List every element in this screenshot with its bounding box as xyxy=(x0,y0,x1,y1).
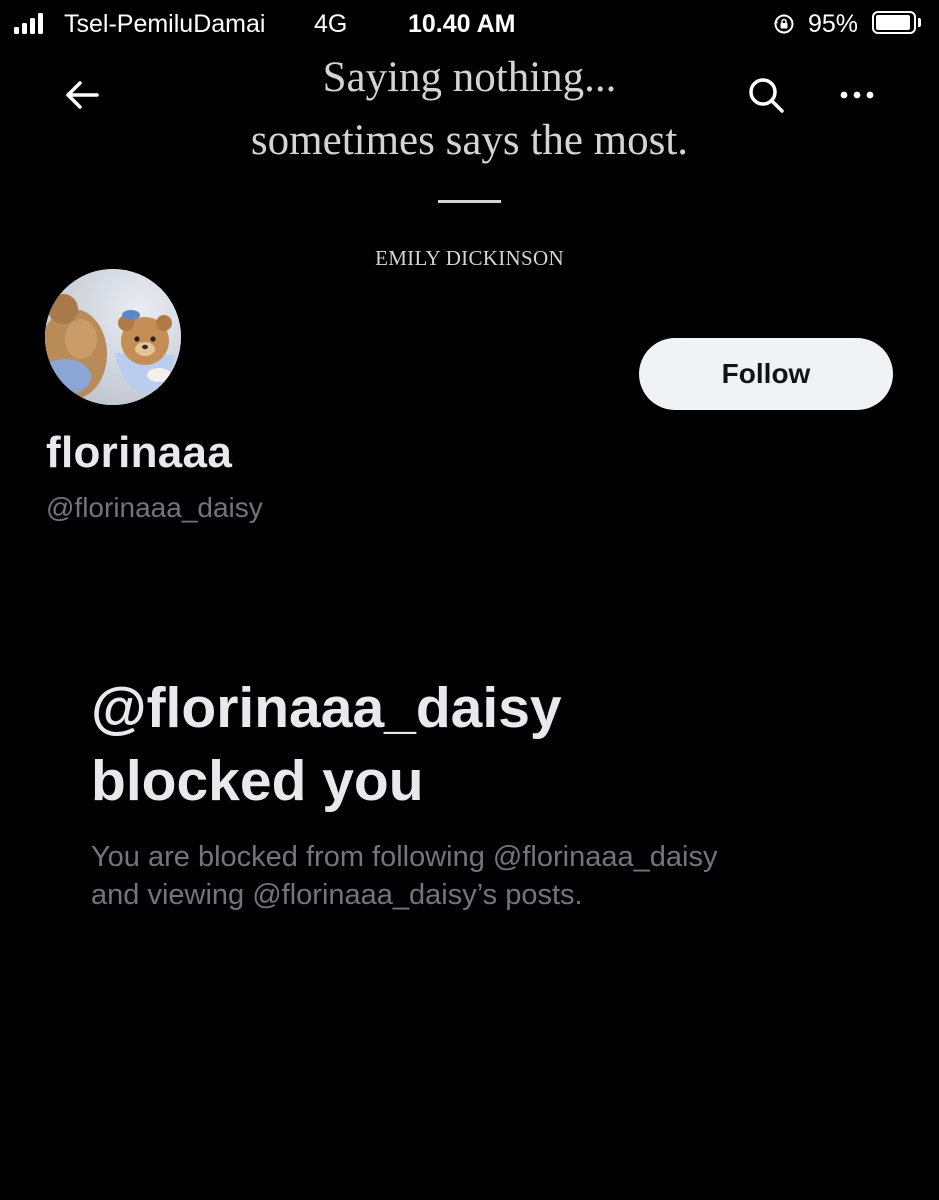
back-button[interactable] xyxy=(52,65,112,125)
network-type: 4G xyxy=(314,10,348,38)
battery-percentage: 95% xyxy=(808,10,859,38)
blocked-title-line-2: blocked you xyxy=(91,749,424,813)
profile-banner[interactable]: Saying nothing... sometimes says the mos… xyxy=(0,48,939,278)
blocked-description-line-1: You are blocked from following @florinaa… xyxy=(91,841,718,873)
avatar[interactable] xyxy=(45,269,181,405)
avatar-teddy-bear-photo xyxy=(45,269,181,405)
status-bar: Tsel-PemiluDamai 4G 10.40 AM 95% xyxy=(0,0,939,48)
back-arrow-icon xyxy=(66,81,99,109)
profile-display-name: florinaaa xyxy=(46,428,233,477)
search-button[interactable] xyxy=(736,65,796,125)
banner-divider xyxy=(438,200,501,203)
more-options-icon xyxy=(840,91,874,99)
profile-handle: @florinaaa_daisy xyxy=(46,492,263,523)
search-icon xyxy=(749,78,784,113)
blocked-title: @florinaaa_daisy blocked you xyxy=(91,672,891,818)
blocked-description: You are blocked from following @florinaa… xyxy=(91,838,871,914)
blocked-description-line-2: and viewing @florinaaa_daisy’s posts. xyxy=(91,879,583,911)
battery-icon xyxy=(872,11,916,34)
battery-level-fill xyxy=(876,15,911,30)
banner-quote-author: EMILY DICKINSON xyxy=(375,246,564,270)
carrier-name: Tsel-PemiluDamai xyxy=(64,10,266,38)
blocked-title-line-1: @florinaaa_daisy xyxy=(91,676,562,740)
more-options-button[interactable] xyxy=(827,65,887,125)
battery-cap xyxy=(918,18,921,27)
follow-button[interactable]: Follow xyxy=(639,338,893,410)
banner-quote-line-2: sometimes says the most. xyxy=(250,117,689,164)
signal-strength-icon xyxy=(14,12,46,34)
status-time: 10.40 AM xyxy=(408,10,516,38)
orientation-lock-icon xyxy=(774,14,794,34)
banner-quote-line-1: Saying nothing... xyxy=(322,54,617,101)
